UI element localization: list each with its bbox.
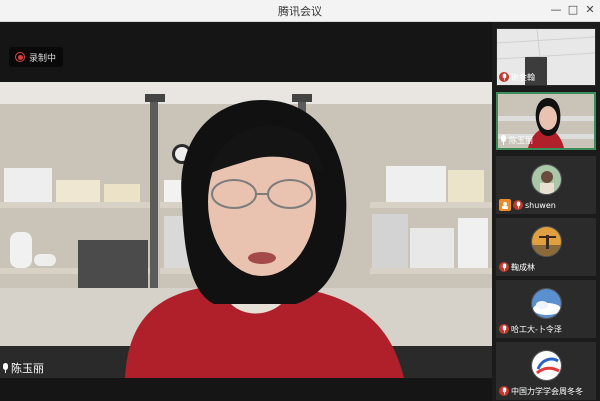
minimize-icon[interactable]: — [548, 2, 564, 18]
window-title: 腾讯会议 [278, 5, 322, 18]
participant-label: 谢金翰 [499, 71, 535, 83]
recording-indicator[interactable]: 录制中 [9, 47, 64, 67]
participant-label: 哈工大-卜令泽 [499, 323, 562, 335]
participant-name: shuwen [525, 200, 556, 210]
participant-name: 谢金翰 [511, 72, 535, 82]
recording-label: 录制中 [29, 53, 57, 64]
speaker-name: 陈玉丽 [11, 362, 44, 375]
avatar [531, 288, 562, 319]
speaker-video-frame [0, 82, 492, 378]
avatar [531, 164, 562, 195]
maximize-icon[interactable]: □ [565, 2, 581, 18]
microphone-icon [2, 363, 9, 373]
participant-label: 陈玉丽 [500, 134, 533, 146]
title-bar: 腾讯会议 — □ ✕ [0, 0, 600, 22]
meeting-window: 腾讯会议 — □ ✕ 录制中 陈玉丽 谢金翰 陈玉丽 shuwen 鞠成林 哈工… [0, 0, 600, 401]
participant-tile[interactable]: 中国力学学会周冬冬 [496, 342, 596, 400]
participant-name: 鞠成林 [511, 262, 535, 272]
participant-tile[interactable]: 谢金翰 [496, 28, 596, 86]
participants-sidebar: 谢金翰 陈玉丽 shuwen 鞠成林 哈工大-卜令泽 中国力学学会周冬冬 [492, 22, 600, 401]
participant-tile[interactable]: 鞠成林 [496, 218, 596, 276]
participant-name: 陈玉丽 [509, 135, 533, 145]
participant-name: 中国力学学会周冬冬 [511, 386, 583, 396]
microphone-muted-icon [499, 386, 509, 396]
avatar [531, 350, 562, 381]
avatar [531, 226, 562, 257]
participant-label: 中国力学学会周冬冬 [499, 385, 583, 397]
participant-name: 哈工大-卜令泽 [511, 324, 562, 334]
user-icon [499, 199, 511, 211]
participant-tile[interactable]: 哈工大-卜令泽 [496, 280, 596, 338]
speaker-nameplate: 陈玉丽 [2, 360, 44, 376]
record-dot-icon [15, 52, 25, 62]
participant-tile-active[interactable]: 陈玉丽 [496, 92, 596, 150]
participant-label: 鞠成林 [499, 261, 535, 273]
main-video-area: 录制中 陈玉丽 [0, 22, 492, 401]
microphone-muted-icon [513, 200, 523, 210]
participant-tile[interactable]: shuwen [496, 156, 596, 214]
main-speaker-video: 陈玉丽 [0, 82, 492, 378]
microphone-muted-icon [499, 324, 509, 334]
close-icon[interactable]: ✕ [582, 2, 598, 18]
microphone-icon [500, 135, 507, 145]
microphone-muted-icon [499, 262, 509, 272]
microphone-muted-icon [499, 72, 509, 82]
participant-label: shuwen [499, 199, 556, 211]
